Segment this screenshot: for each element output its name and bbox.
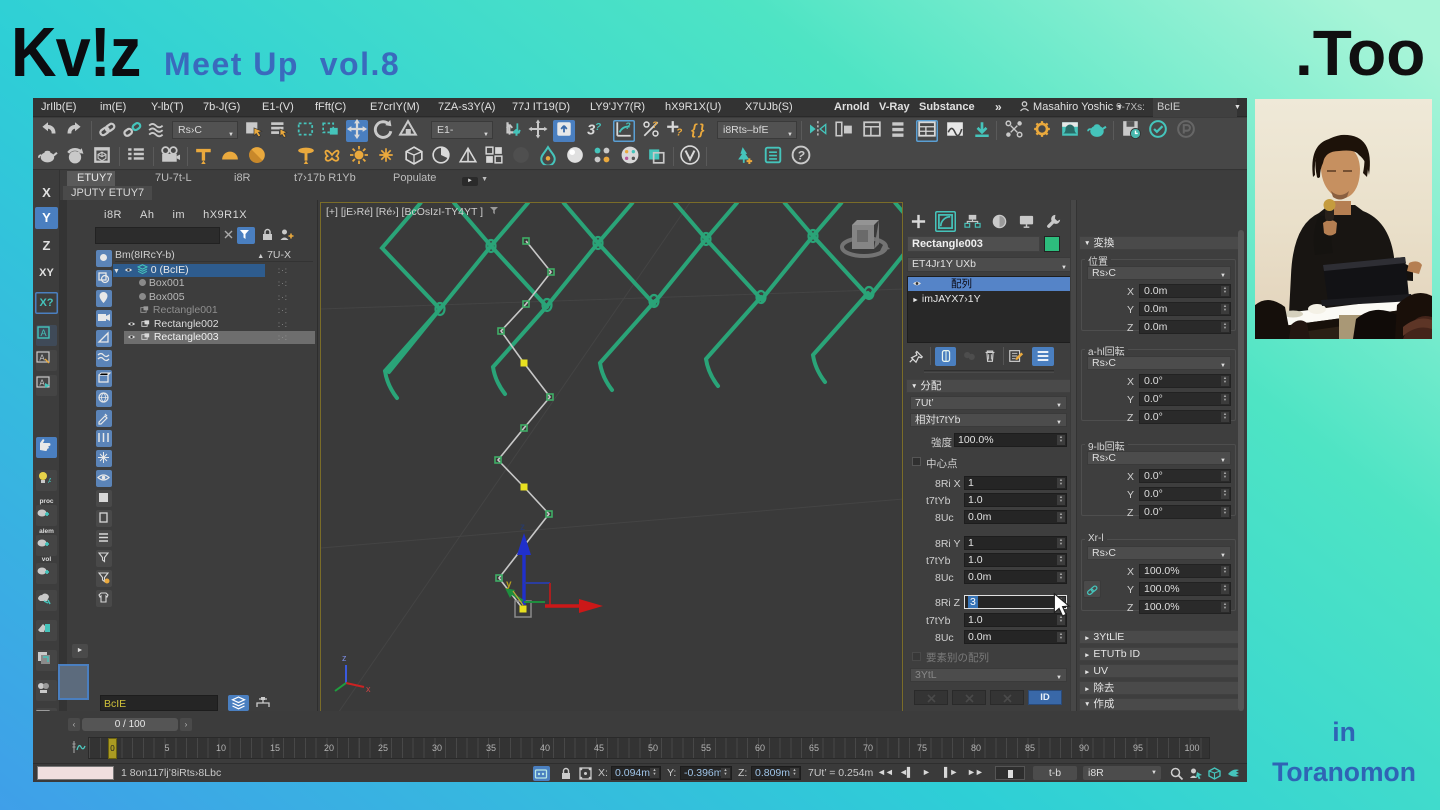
- svg-text:?: ?: [652, 120, 658, 130]
- svg-text:?: ?: [625, 121, 631, 131]
- svg-text:?: ?: [595, 122, 601, 133]
- svg-text:A: A: [39, 379, 45, 388]
- svg-text:z: z: [520, 522, 525, 533]
- svg-text:y: y: [506, 579, 512, 590]
- svg-text:{: {: [691, 123, 698, 139]
- svg-text:A: A: [48, 478, 51, 485]
- svg-text:z: z: [342, 653, 347, 663]
- svg-text:?: ?: [797, 148, 805, 162]
- svg-text:}: }: [697, 123, 705, 139]
- svg-text:?: ?: [676, 128, 682, 139]
- svg-text:A: A: [39, 354, 45, 363]
- svg-text:A: A: [40, 328, 46, 338]
- svg-text:x: x: [366, 684, 371, 694]
